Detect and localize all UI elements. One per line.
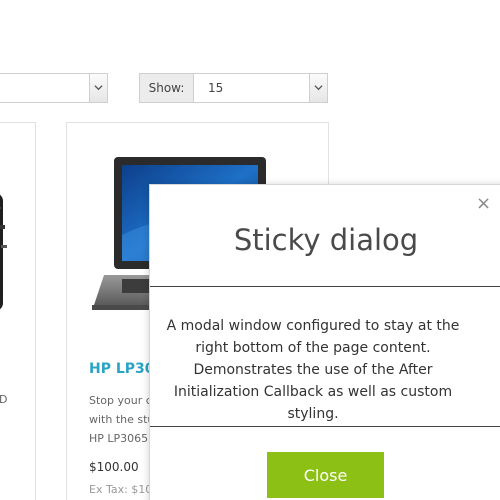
sticky-dialog: × Sticky dialog A modal window configure… xyxy=(149,184,500,500)
dialog-title: Sticky dialog xyxy=(233,223,419,257)
show-select-arrow[interactable] xyxy=(309,74,327,102)
product-card: D xyxy=(0,122,36,500)
close-button[interactable]: Close xyxy=(267,452,384,498)
show-label: Show: xyxy=(139,73,194,103)
product-image[interactable] xyxy=(0,185,13,315)
close-icon[interactable]: × xyxy=(476,195,491,213)
product-description: D xyxy=(0,393,8,406)
sort-select-arrow[interactable] xyxy=(89,74,107,102)
divider xyxy=(150,286,500,287)
show-limit-select[interactable]: 15 xyxy=(193,73,328,103)
description-line: with the stu xyxy=(89,413,155,426)
show-limit-value: 15 xyxy=(208,81,224,95)
description-line: Stop your c xyxy=(89,394,152,407)
product-description: Stop your c with the stu HP LP3065 xyxy=(89,391,154,448)
product-price: $100.00 xyxy=(89,460,139,474)
dialog-body: A modal window configured to stay at the… xyxy=(166,318,460,422)
chevron-down-icon xyxy=(94,85,103,91)
product-tax: Ex Tax: $10 xyxy=(89,483,153,496)
description-line: HP LP3065 xyxy=(89,432,149,445)
sort-select[interactable] xyxy=(0,73,108,103)
divider xyxy=(150,426,500,427)
show-limit-group: Show: 15 xyxy=(139,73,328,103)
chevron-down-icon xyxy=(314,85,323,91)
